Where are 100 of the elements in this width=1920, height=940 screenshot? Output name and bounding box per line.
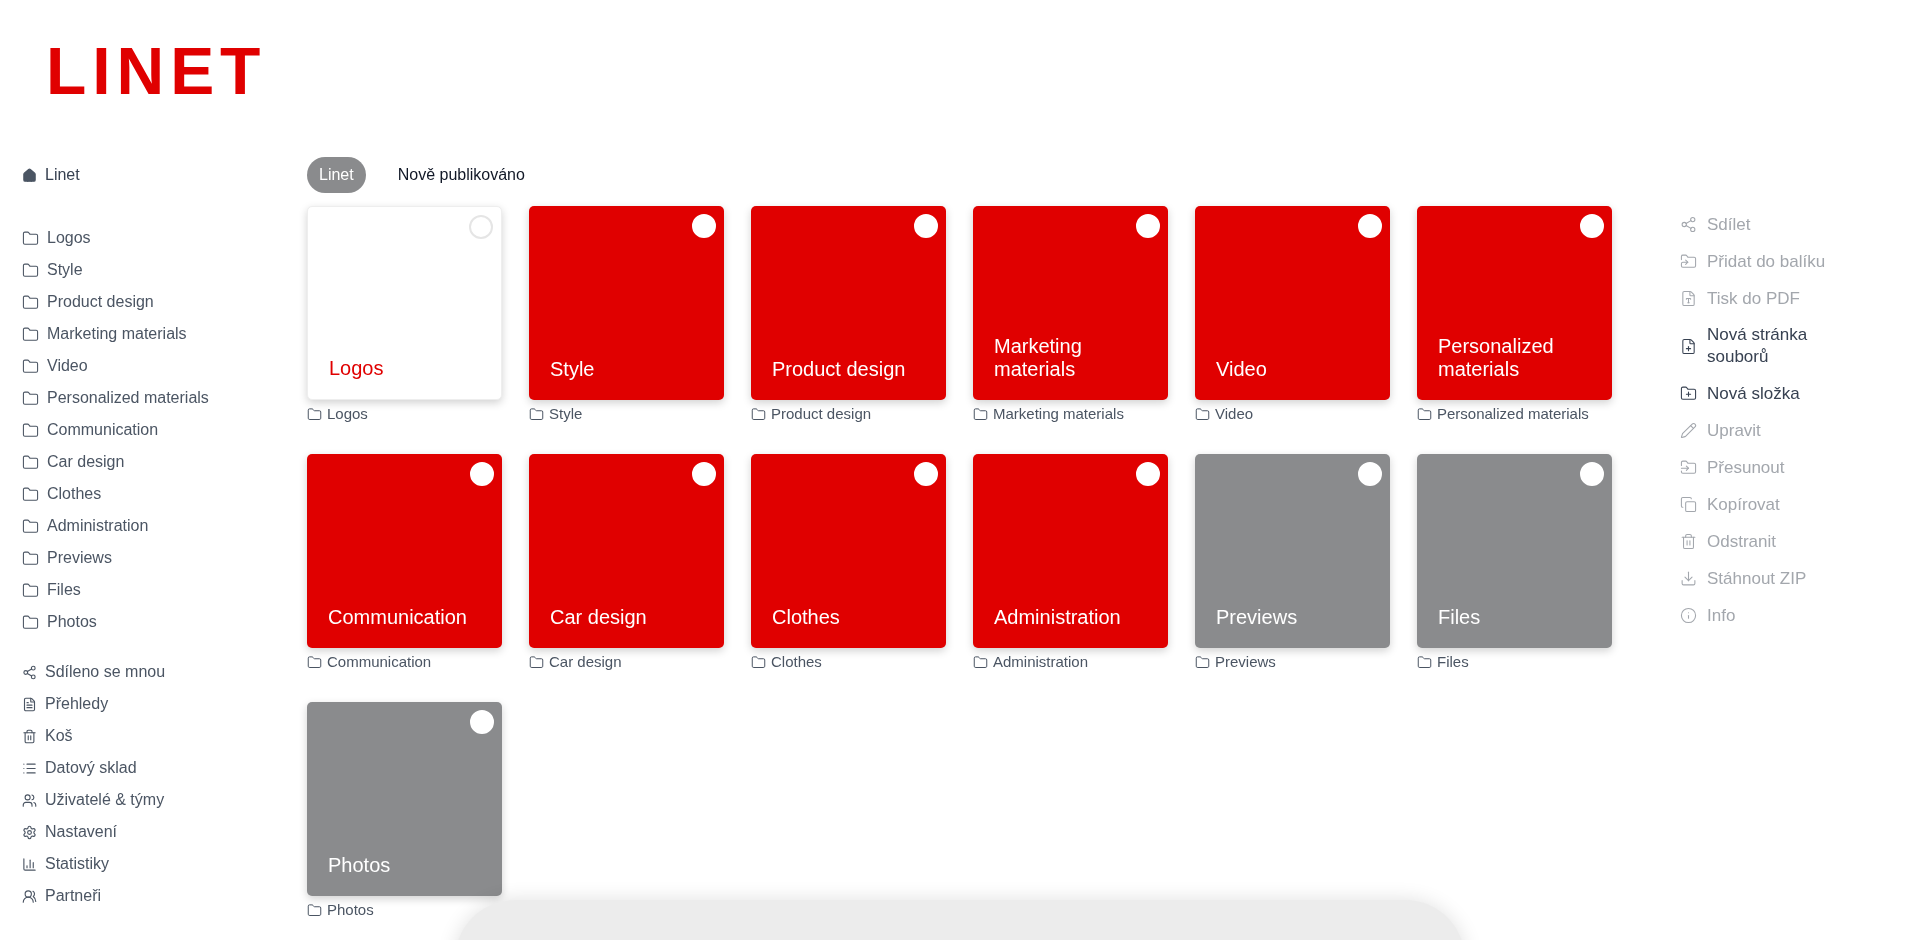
folder-icon [973, 406, 988, 422]
folder-tile[interactable]: Communication [307, 454, 502, 648]
folder-caption: Logos [327, 405, 368, 423]
sidebar-folder[interactable]: Previews [22, 542, 307, 574]
tile-title: Personalized materials [1438, 335, 1555, 381]
folder-caption: Communication [327, 653, 432, 671]
tile-title: Previews [1216, 606, 1298, 629]
folder-plus-icon [1680, 385, 1697, 402]
folder-tile[interactable]: Video [1195, 206, 1390, 400]
folder-caption: Marketing materials [993, 405, 1124, 423]
folder-tile[interactable]: Marketing materials [973, 206, 1168, 400]
home-icon [22, 167, 37, 183]
settings-icon [22, 824, 37, 840]
folder-icon [307, 406, 322, 422]
sidebar-folder[interactable]: Logos [22, 222, 307, 254]
folder-tile[interactable]: Administration [973, 454, 1168, 648]
tile-title: Photos [328, 854, 391, 877]
list-icon [22, 760, 37, 776]
tile-title: Clothes [772, 606, 840, 629]
folder-icon [751, 406, 766, 422]
tile-title: Product design [772, 358, 906, 381]
copy-icon [1680, 496, 1697, 513]
sidebar-folder[interactable]: Photos [22, 606, 307, 638]
tab[interactable]: Nově publikováno [385, 157, 537, 193]
folder-caption: Personalized materials [1437, 405, 1589, 423]
folder-icon [529, 654, 544, 670]
logo: LINET [46, 38, 267, 104]
folder-icon [529, 406, 544, 422]
share-icon [1680, 216, 1697, 233]
folder-caption: Car design [549, 653, 622, 671]
folder-tile[interactable]: Clothes [751, 454, 946, 648]
sidebar-item[interactable]: Uživatelé & týmy [22, 784, 307, 816]
folder-icon [751, 654, 766, 670]
document-icon [22, 696, 37, 712]
folder-tile[interactable]: Personalized materials [1417, 206, 1612, 400]
folder-icon [1417, 406, 1432, 422]
folder-tile[interactable]: Product design [751, 206, 946, 400]
tile-title: Car design [550, 606, 647, 629]
tile-title: Administration [994, 606, 1121, 629]
tile-title: Marketing materials [994, 335, 1083, 381]
sidebar-folder[interactable]: Administration [22, 510, 307, 542]
trash-icon [1680, 533, 1697, 550]
sidebar-item[interactable]: Datový sklad [22, 752, 307, 784]
folder-icon [1195, 654, 1210, 670]
folder-tile[interactable]: Car design [529, 454, 724, 648]
sidebar-folder[interactable]: Communication [22, 414, 307, 446]
home-link[interactable]: Linet [22, 165, 307, 185]
folder-icon [22, 421, 39, 439]
sidebar-folder[interactable]: Personalized materials [22, 382, 307, 414]
folder-icon [22, 293, 39, 311]
folder-icon [22, 325, 39, 343]
sidebar-folder[interactable]: Style [22, 254, 307, 286]
tile-title: Video [1216, 358, 1267, 381]
sidebar-item[interactable]: Koš [22, 720, 307, 752]
file-plus-icon [1680, 337, 1697, 355]
folder-tile[interactable]: Logos [307, 206, 502, 400]
folder-caption: Photos [327, 901, 374, 919]
sidebar-folder[interactable]: Files [22, 574, 307, 606]
folder-caption: Previews [1215, 653, 1276, 671]
trash-icon [22, 728, 37, 744]
bar-chart-icon [22, 856, 37, 872]
folder-icon [22, 517, 39, 535]
sidebar-folder[interactable]: Product design [22, 286, 307, 318]
download-icon [1680, 570, 1697, 587]
folder-caption: Administration [993, 653, 1089, 671]
sidebar-folder[interactable]: Marketing materials [22, 318, 307, 350]
folder-icon [22, 261, 39, 279]
action-button[interactable]: Nová stránka souborů [1680, 317, 1920, 375]
action-button[interactable]: Nová složka [1680, 375, 1920, 412]
tile-title: Communication [328, 606, 467, 629]
folder-icon [22, 453, 39, 471]
sidebar-folder[interactable]: Clothes [22, 478, 307, 510]
folder-icon [22, 613, 39, 631]
sidebar-folder[interactable]: Video [22, 350, 307, 382]
share-icon [22, 664, 37, 680]
tile-title: Files [1438, 606, 1481, 629]
folder-icon [307, 654, 322, 670]
sidebar-item[interactable]: Přehledy [22, 688, 307, 720]
sidebar-item[interactable]: Statistiky [22, 848, 307, 880]
sidebar-item[interactable]: Nastavení [22, 816, 307, 848]
folder-icon [1417, 654, 1432, 670]
folder-caption: Video [1215, 405, 1254, 423]
pencil-icon [1680, 422, 1697, 439]
folder-tile[interactable]: Style [529, 206, 724, 400]
folder-icon [22, 485, 39, 503]
folder-caption: Product design [771, 405, 872, 423]
folder-caption: Files [1437, 653, 1469, 671]
tile-title: Logos [329, 357, 384, 380]
folder-caption: Clothes [771, 653, 822, 671]
folder-icon [22, 357, 39, 375]
group-icon [22, 888, 37, 904]
sidebar-item[interactable]: Sdíleno se mnou [22, 656, 307, 688]
folder-icon [22, 389, 39, 407]
folder-caption: Style [549, 405, 583, 423]
folder-icon [973, 654, 988, 670]
sidebar-folder[interactable]: Car design [22, 446, 307, 478]
sidebar-item[interactable]: Partneři [22, 880, 307, 912]
tile-title: Style [550, 358, 595, 381]
info-icon [1680, 607, 1697, 624]
select-checkbox[interactable] [469, 215, 493, 239]
